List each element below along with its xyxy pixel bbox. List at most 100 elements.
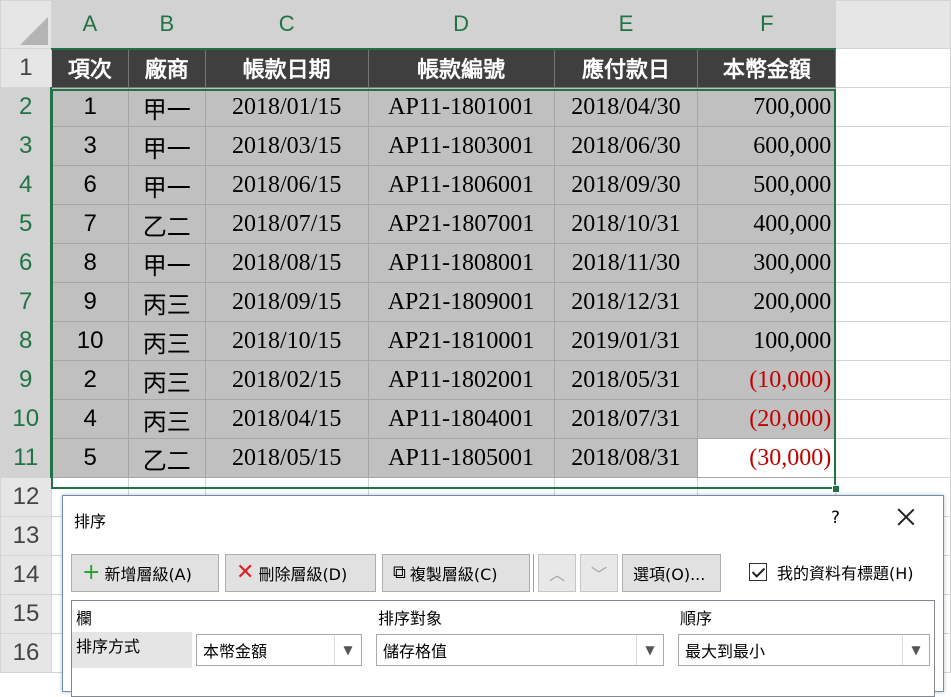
cell-item[interactable]: 1: [50, 87, 129, 127]
row-header-1[interactable]: 1: [0, 48, 52, 88]
cell-date[interactable]: 2018/10/15: [204, 321, 369, 361]
cell-item[interactable]: 7: [50, 204, 129, 244]
active-cell[interactable]: (30,000): [697, 438, 837, 478]
empty-cell[interactable]: [835, 360, 951, 400]
row-header[interactable]: 13: [0, 516, 52, 556]
cell-due[interactable]: 2018/04/30: [553, 87, 699, 127]
header-cell[interactable]: 帳款編號: [367, 48, 555, 88]
row-header[interactable]: 14: [0, 555, 52, 595]
cell-amount[interactable]: 100,000: [697, 321, 837, 361]
row-header[interactable]: 8: [0, 321, 53, 361]
empty-cell[interactable]: [835, 282, 951, 322]
cell-vendor[interactable]: 甲一: [127, 87, 206, 127]
cell-vendor[interactable]: 甲一: [127, 165, 206, 205]
empty-cell[interactable]: [835, 48, 951, 88]
row-header[interactable]: 2: [0, 87, 53, 127]
column-header-a[interactable]: A: [50, 0, 129, 50]
row-header[interactable]: 7: [0, 282, 53, 322]
move-down-button[interactable]: ﹀: [580, 554, 618, 592]
empty-cell[interactable]: [835, 399, 951, 439]
row-header[interactable]: 5: [0, 204, 53, 244]
cell-number[interactable]: AP11-1804001: [367, 399, 555, 439]
row-header[interactable]: 4: [0, 165, 53, 205]
cell-vendor[interactable]: 乙二: [127, 204, 206, 244]
empty-cell[interactable]: [835, 204, 951, 244]
cell-vendor[interactable]: 丙三: [127, 321, 206, 361]
header-cell[interactable]: 應付款日: [553, 48, 699, 88]
cell-amount[interactable]: (10,000): [697, 360, 837, 400]
select-all-corner[interactable]: [0, 0, 52, 49]
cell-item[interactable]: 2: [50, 360, 129, 400]
cell-due[interactable]: 2018/05/31: [553, 360, 699, 400]
cell-vendor[interactable]: 乙二: [127, 438, 206, 478]
empty-cell[interactable]: [835, 321, 951, 361]
cell-date[interactable]: 2018/08/15: [204, 243, 369, 283]
help-button[interactable]: ?: [831, 508, 840, 528]
cell-amount[interactable]: 600,000: [697, 126, 837, 166]
cell-item[interactable]: 6: [50, 165, 129, 205]
row-header[interactable]: 6: [0, 243, 53, 283]
cell-date[interactable]: 2018/09/15: [204, 282, 369, 322]
cell-number[interactable]: AP21-1807001: [367, 204, 555, 244]
column-header-e[interactable]: E: [553, 0, 699, 50]
sort-on-select[interactable]: 儲存格值 ▼: [376, 634, 664, 666]
cell-vendor[interactable]: 丙三: [127, 282, 206, 322]
cell-date[interactable]: 2018/01/15: [204, 87, 369, 127]
cell-date[interactable]: 2018/06/15: [204, 165, 369, 205]
cell-item[interactable]: 5: [50, 438, 129, 478]
cell-due[interactable]: 2018/09/30: [553, 165, 699, 205]
empty-cell[interactable]: [835, 87, 951, 127]
sort-column-select[interactable]: 本幣金額 ▼: [196, 634, 362, 666]
cell-due[interactable]: 2018/07/31: [553, 399, 699, 439]
cell-vendor[interactable]: 甲一: [127, 126, 206, 166]
row-header[interactable]: 3: [0, 126, 53, 166]
cell-amount[interactable]: 300,000: [697, 243, 837, 283]
cell-amount[interactable]: 700,000: [697, 87, 837, 127]
cell-date[interactable]: 2018/07/15: [204, 204, 369, 244]
header-cell[interactable]: 帳款日期: [204, 48, 369, 88]
cell-number[interactable]: AP11-1801001: [367, 87, 555, 127]
cell-date[interactable]: 2018/02/15: [204, 360, 369, 400]
cell-item[interactable]: 8: [50, 243, 129, 283]
cell-number[interactable]: AP11-1808001: [367, 243, 555, 283]
has-headers-checkbox[interactable]: 我的資料有標題(H): [749, 560, 914, 584]
cell-amount[interactable]: 500,000: [697, 165, 837, 205]
cell-vendor[interactable]: 丙三: [127, 399, 206, 439]
header-cell[interactable]: 廠商: [127, 48, 206, 88]
column-header-b[interactable]: B: [127, 0, 206, 50]
cell-due[interactable]: 2018/06/30: [553, 126, 699, 166]
cell-vendor[interactable]: 丙三: [127, 360, 206, 400]
cell-amount[interactable]: (20,000): [697, 399, 837, 439]
cell-vendor[interactable]: 甲一: [127, 243, 206, 283]
cell-due[interactable]: 2018/12/31: [553, 282, 699, 322]
cell-due[interactable]: 2019/01/31: [553, 321, 699, 361]
row-header[interactable]: 11: [0, 438, 53, 478]
cell-number[interactable]: AP21-1810001: [367, 321, 555, 361]
column-header-empty[interactable]: [835, 0, 951, 49]
cell-item[interactable]: 9: [50, 282, 129, 322]
cell-item[interactable]: 10: [50, 321, 129, 361]
cell-date[interactable]: 2018/04/15: [204, 399, 369, 439]
column-header-c[interactable]: C: [204, 0, 369, 50]
cell-number[interactable]: AP11-1802001: [367, 360, 555, 400]
empty-cell[interactable]: [835, 126, 951, 166]
row-header[interactable]: 15: [0, 594, 52, 634]
column-header-d[interactable]: D: [367, 0, 555, 50]
header-cell[interactable]: 項次: [50, 48, 129, 88]
row-header[interactable]: 12: [0, 477, 52, 517]
add-level-button[interactable]: + 新增層級(A): [71, 554, 219, 592]
column-header-f[interactable]: F: [697, 0, 837, 50]
cell-item[interactable]: 3: [50, 126, 129, 166]
move-up-button[interactable]: ︿: [538, 554, 576, 592]
empty-cell[interactable]: [835, 165, 951, 205]
options-button[interactable]: 選項(O)...: [622, 554, 721, 592]
header-cell[interactable]: 本幣金額: [697, 48, 837, 88]
cell-number[interactable]: AP11-1805001: [367, 438, 555, 478]
cell-item[interactable]: 4: [50, 399, 129, 439]
row-header[interactable]: 9: [0, 360, 53, 400]
cell-number[interactable]: AP11-1803001: [367, 126, 555, 166]
copy-level-button[interactable]: ⧉ 複製層級(C): [382, 554, 530, 592]
cell-date[interactable]: 2018/03/15: [204, 126, 369, 166]
cell-amount[interactable]: 200,000: [697, 282, 837, 322]
cell-number[interactable]: AP11-1806001: [367, 165, 555, 205]
